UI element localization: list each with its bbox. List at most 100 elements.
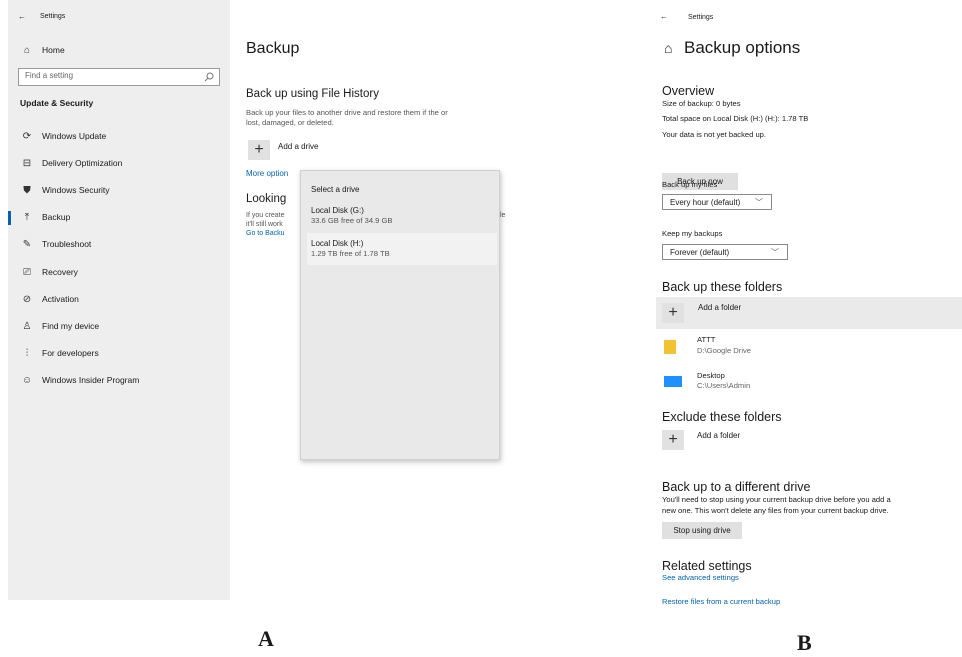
backup-frequency-select[interactable]: Every hour (default) ﹀ (662, 194, 772, 210)
desktop-icon (664, 376, 682, 387)
restore-files-link[interactable]: Restore files from a current backup (662, 597, 780, 606)
recovery-icon: ⎚ (23, 266, 31, 278)
drive-info: 33.6 GB free of 34.9 GB (311, 216, 393, 225)
overview-title: Overview (662, 84, 715, 98)
section-heading: Update & Security (20, 98, 94, 108)
different-drive-desc2: new one. This won't delete any files fro… (662, 506, 889, 515)
sidebar-item-label: Backup (42, 212, 71, 222)
sidebar-item-label: Find my device (42, 321, 100, 331)
folder-name[interactable]: ATTT (697, 335, 715, 344)
caption-a: A (258, 626, 274, 651)
file-history-title: Back up using File History (246, 88, 379, 100)
drive-option-h[interactable]: Local Disk (H:) 1.29 TB free of 1.78 TB (307, 233, 497, 265)
home-icon: ⌂ (23, 44, 31, 56)
sidebar-item-troubleshoot[interactable]: ✎ Troubleshoot (20, 236, 92, 252)
home-icon: ⌂ (664, 40, 673, 56)
sidebar: ← Settings ⌂ Home Find a setting Update … (8, 0, 230, 600)
sidebar-item-for-developers[interactable]: ⫶ For developers (20, 345, 99, 361)
keep-backups-label: Keep my backups (662, 229, 723, 238)
exclude-folders-title: Exclude these folders (662, 410, 782, 424)
add-folder-label: Add a folder (698, 303, 742, 312)
person-pin-icon: ♙ (22, 320, 32, 332)
settings-window-a: ← Settings ⌂ Home Find a setting Update … (8, 0, 512, 600)
looking-line1: If you create (246, 212, 285, 219)
sidebar-item-backup[interactable]: ⤒ Backup (20, 209, 71, 225)
page-title: Backup (246, 40, 300, 57)
sidebar-item-label: Delivery Optimization (42, 158, 123, 168)
looking-right-fragment: le (500, 212, 506, 219)
sidebar-item-label: Windows Insider Program (42, 375, 140, 385)
file-history-desc-line2: lost, damaged, or deleted. (246, 118, 334, 127)
exclude-add-folder-button[interactable]: + (662, 430, 684, 450)
popup-title: Select a drive (311, 185, 360, 194)
looking-title: Looking (246, 193, 287, 205)
more-options-link[interactable]: More option (246, 169, 288, 178)
drive-name: Local Disk (H:) (311, 239, 364, 248)
sidebar-item-label: Activation (42, 294, 79, 304)
sidebar-item-label: Windows Security (42, 185, 110, 195)
back-arrow-icon[interactable]: ← (18, 12, 26, 21)
backup-folders-title: Back up these folders (662, 280, 783, 294)
plus-icon: + (254, 141, 264, 158)
sidebar-item-windows-security[interactable]: ⛊ Windows Security (20, 182, 110, 198)
sidebar-item-label: Troubleshoot (42, 239, 92, 249)
sidebar-item-find-my-device[interactable]: ♙ Find my device (20, 318, 100, 334)
sidebar-item-windows-update[interactable]: ⟳ Windows Update (20, 128, 106, 144)
backup-size: Size of backup: 0 bytes (662, 99, 741, 108)
folder-path: D:\Google Drive (697, 346, 752, 355)
folder-name[interactable]: Desktop (697, 371, 725, 380)
page-title: Backup options (684, 38, 801, 57)
plus-icon: + (668, 304, 678, 321)
search-input[interactable]: Find a setting (18, 68, 220, 86)
sidebar-item-delivery-optimization[interactable]: ⊟ Delivery Optimization (20, 155, 123, 171)
selected-indicator (8, 211, 11, 225)
sidebar-item-recovery[interactable]: ⎚ Recovery (20, 264, 78, 280)
plus-icon: + (668, 431, 678, 448)
select-drive-popup: Select a drive Local Disk (G:) 33.6 GB f… (300, 170, 500, 460)
window-title: Settings (688, 14, 714, 21)
wrench-icon: ✎ (22, 238, 32, 250)
sidebar-item-label: Home (42, 45, 65, 55)
go-to-backup-link[interactable]: Go to Backu (246, 230, 285, 237)
insider-icon: ☺ (21, 374, 33, 386)
refresh-icon: ⟳ (22, 130, 32, 142)
backup-arrow-icon: ⤒ (24, 211, 30, 223)
stop-using-drive-button[interactable]: Stop using drive (662, 522, 742, 539)
backup-frequency-label: Back up my files (662, 180, 718, 189)
shield-icon: ⛊ (23, 184, 31, 196)
sidebar-item-home[interactable]: ⌂ Home (20, 42, 65, 58)
sidebar-item-label: Windows Update (42, 131, 107, 141)
button-label: Stop using drive (673, 526, 731, 535)
exclude-add-folder-label[interactable]: Add a folder (697, 431, 740, 440)
sidebar-item-windows-insider[interactable]: ☺ Windows Insider Program (20, 372, 139, 388)
add-drive-label[interactable]: Add a drive (278, 142, 318, 151)
keep-backups-select[interactable]: Forever (default) ﹀ (662, 244, 788, 260)
advanced-settings-link[interactable]: See advanced settings (662, 573, 739, 582)
related-settings-title: Related settings (662, 559, 752, 573)
sliders-icon: ⫶ (25, 347, 29, 359)
delivery-icon: ⊟ (22, 157, 32, 169)
different-drive-title: Back up to a different drive (662, 480, 811, 494)
drive-option-g[interactable]: Local Disk (G:) 33.6 GB free of 34.9 GB (301, 204, 499, 234)
total-space: Total space on Local Disk (H:) (H:): 1.7… (662, 114, 809, 123)
chevron-down-icon: ﹀ (755, 198, 763, 207)
select-value: Forever (default) (670, 247, 730, 257)
sidebar-item-label: For developers (42, 348, 99, 358)
back-arrow-icon[interactable]: ← (660, 12, 668, 21)
drive-name: Local Disk (G:) (311, 206, 364, 215)
file-history-desc-line1: Back up your files to another drive and … (246, 108, 448, 117)
looking-line2: it'll still work (246, 221, 283, 228)
folder-icon (664, 340, 676, 354)
select-value: Every hour (default) (670, 197, 741, 207)
drive-info: 1.29 TB free of 1.78 TB (311, 249, 390, 258)
chevron-down-icon: ﹀ (771, 248, 779, 257)
backup-status: Your data is not yet backed up. (662, 130, 766, 139)
search-icon (204, 72, 214, 82)
add-folder-button[interactable]: + (662, 303, 684, 323)
add-folder-row[interactable]: + Add a folder (656, 297, 962, 329)
sidebar-item-label: Recovery (42, 267, 78, 277)
add-drive-button[interactable]: + (248, 140, 270, 160)
caption-b: B (797, 630, 812, 655)
check-circle-icon: ⊘ (22, 293, 32, 305)
sidebar-item-activation[interactable]: ⊘ Activation (20, 291, 79, 307)
